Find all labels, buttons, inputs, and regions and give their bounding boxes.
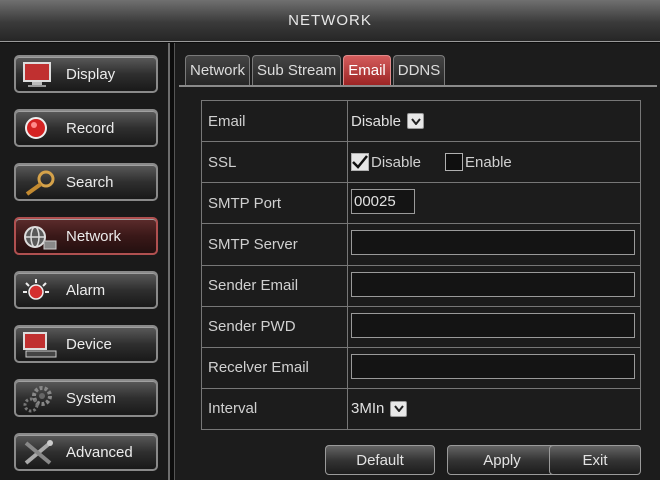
sender-email-input[interactable]: [351, 271, 635, 297]
form-row-interval: Interval 3MIn: [201, 387, 641, 431]
gears-icon: [23, 386, 52, 413]
ssl-disable-label: Disable: [371, 153, 422, 171]
smtp-port-label: SMTP Port: [201, 182, 348, 225]
sidebar-item-search[interactable]: Search: [14, 163, 158, 201]
tab-ddns[interactable]: DDNS: [392, 55, 446, 85]
tab-sub-stream[interactable]: Sub Stream: [252, 55, 342, 85]
tab-divider: [179, 85, 657, 87]
magnifier-icon: [25, 170, 55, 196]
sender-email-label: Sender Email: [201, 264, 348, 307]
email-settings-form: Email Disable SSL Disable Enable SMTP Po…: [201, 99, 641, 431]
device-icon: [23, 332, 57, 358]
receiver-email-label: Recelver Email: [201, 346, 348, 389]
sidebar-item-advanced[interactable]: Advanced: [14, 433, 158, 471]
ssl-label: SSL: [201, 141, 348, 184]
sidebar: Display Record Search Network Alarm Devi…: [0, 43, 170, 480]
sender-pwd-label: Sender PWD: [201, 305, 348, 348]
form-row-receiver-email: Recelver Email: [201, 346, 641, 389]
form-row-email: Email Disable: [201, 99, 641, 143]
monitor-icon: [23, 62, 51, 87]
sidebar-item-label: Device: [66, 335, 112, 353]
ssl-disable-checkbox[interactable]: [351, 153, 369, 172]
smtp-port-input[interactable]: 00025: [351, 189, 415, 215]
sidebar-item-label: Search: [66, 173, 114, 191]
window-title: NETWORK: [288, 12, 372, 29]
interval-select-value: 3MIn: [351, 400, 385, 418]
tab-bar: Network Sub Stream Email DDNS: [185, 55, 447, 85]
exit-button[interactable]: Exit: [549, 445, 641, 475]
sidebar-item-label: Advanced: [66, 443, 133, 461]
sidebar-item-alarm[interactable]: Alarm: [14, 271, 158, 309]
smtp-server-input[interactable]: [351, 230, 635, 256]
tools-icon: [24, 440, 53, 465]
form-row-ssl: SSL Disable Enable: [201, 141, 641, 184]
apply-button[interactable]: Apply: [447, 445, 557, 475]
sidebar-item-record[interactable]: Record: [14, 109, 158, 147]
ssl-enable-checkbox[interactable]: [445, 153, 464, 172]
default-button[interactable]: Default: [325, 445, 435, 475]
tab-email[interactable]: Email: [343, 55, 391, 85]
form-row-sender-email: Sender Email: [201, 264, 641, 307]
sidebar-item-label: Alarm: [66, 281, 106, 299]
settings-panel: Network Sub Stream Email DDNS Email Disa…: [174, 43, 660, 480]
interval-label: Interval: [201, 387, 348, 431]
sidebar-item-network[interactable]: Network: [14, 217, 158, 255]
form-row-sender-pwd: Sender PWD: [201, 305, 641, 348]
email-select[interactable]: Disable: [351, 110, 425, 132]
receiver-email-input[interactable]: [351, 353, 635, 379]
window-titlebar: NETWORK: [0, 0, 660, 42]
record-icon: [25, 117, 47, 139]
email-label: Email: [201, 99, 348, 143]
ssl-enable-label: Enable: [465, 153, 512, 171]
sidebar-item-label: Display: [66, 65, 116, 83]
tab-network[interactable]: Network: [185, 55, 251, 85]
form-row-smtp-server: SMTP Server: [201, 223, 641, 266]
chevron-down-icon[interactable]: [407, 113, 425, 130]
email-select-value: Disable: [351, 112, 402, 130]
sidebar-item-display[interactable]: Display: [14, 55, 158, 93]
sidebar-item-label: System: [66, 389, 117, 407]
sidebar-item-label: Record: [66, 119, 115, 137]
sender-pwd-input[interactable]: [351, 312, 635, 338]
chevron-down-icon[interactable]: [390, 400, 408, 417]
form-row-smtp-port: SMTP Port 00025: [201, 182, 641, 225]
sidebar-item-device[interactable]: Device: [14, 325, 158, 363]
interval-select[interactable]: 3MIn: [351, 398, 408, 420]
checkmark-icon: [352, 155, 368, 170]
alarm-icon: [23, 279, 49, 300]
network-globe-icon: [24, 226, 57, 250]
sidebar-item-system[interactable]: System: [14, 379, 158, 417]
sidebar-item-label: Network: [66, 227, 122, 245]
smtp-server-label: SMTP Server: [201, 223, 348, 266]
